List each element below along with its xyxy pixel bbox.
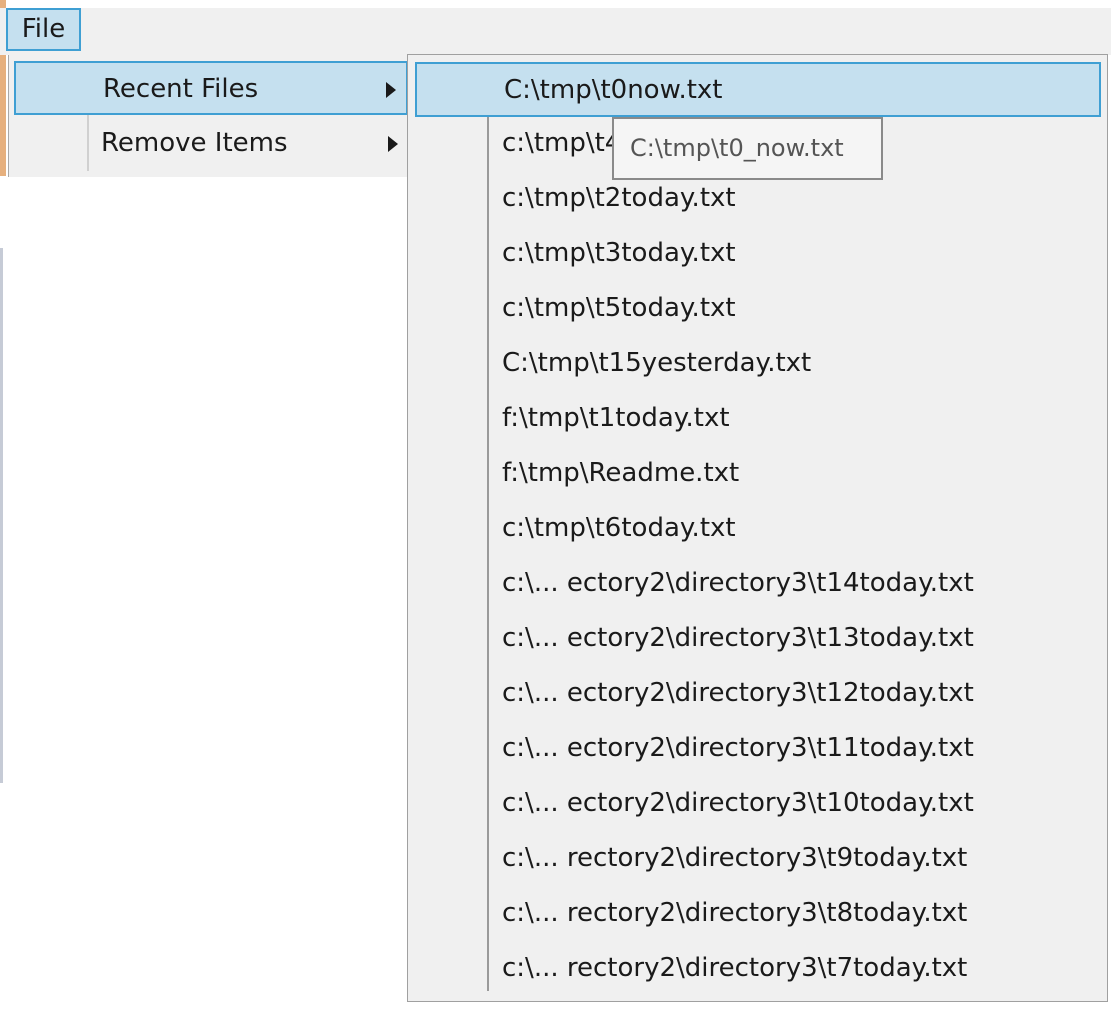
- recent-file-item[interactable]: c:\... ectory2\directory3\t11today.txt: [415, 722, 1101, 777]
- recent-file-path: c:\... ectory2\directory3\t14today.txt: [502, 568, 974, 598]
- recent-file-item[interactable]: c:\... rectory2\directory3\t7today.txt: [415, 942, 1101, 997]
- menu-item-label: Recent Files: [103, 74, 259, 104]
- recent-file-path: C:\tmp\t15yesterday.txt: [502, 348, 812, 378]
- menu-bar: [0, 8, 1111, 55]
- recent-file-path: f:\tmp\t1today.txt: [502, 403, 730, 433]
- recent-file-path: c:\... rectory2\directory3\t7today.txt: [502, 953, 968, 983]
- recent-file-path: c:\... ectory2\directory3\t13today.txt: [502, 623, 974, 653]
- window-border: [0, 248, 3, 783]
- recent-file-item[interactable]: f:\tmp\t1today.txt: [415, 392, 1101, 447]
- recent-file-item[interactable]: c:\... rectory2\directory3\t9today.txt: [415, 832, 1101, 887]
- menu-item-remove-items[interactable]: Remove Items: [14, 117, 408, 171]
- recent-file-path: c:\... ectory2\directory3\t12today.txt: [502, 678, 974, 708]
- recent-file-item[interactable]: c:\... rectory2\directory3\t8today.txt: [415, 887, 1101, 942]
- recent-file-path: c:\... rectory2\directory3\t8today.txt: [502, 898, 968, 928]
- submenu-arrow-icon: [386, 82, 396, 98]
- recent-file-item[interactable]: f:\tmp\Readme.txt: [415, 447, 1101, 502]
- recent-file-item[interactable]: c:\tmp\t3today.txt: [415, 227, 1101, 282]
- menu-item-recent-files[interactable]: Recent Files: [14, 61, 408, 115]
- recent-file-item[interactable]: c:\... ectory2\directory3\t12today.txt: [415, 667, 1101, 722]
- recent-file-item[interactable]: c:\tmp\t2today.txt: [415, 172, 1101, 227]
- recent-file-item[interactable]: c:\... ectory2\directory3\t14today.txt: [415, 557, 1101, 612]
- submenu-arrow-icon: [388, 136, 398, 152]
- menu-item-label: Remove Items: [101, 128, 288, 158]
- recent-files-submenu: C:\tmp\t0now.txt c:\tmp\t4 c:\tmp\t2today.…: [407, 54, 1108, 1002]
- recent-file-path: c:\... rectory2\directory3\t9today.txt: [502, 843, 968, 873]
- recent-file-item[interactable]: c:\tmp\t5today.txt: [415, 282, 1101, 337]
- recent-file-path: c:\... ectory2\directory3\t10today.txt: [502, 788, 974, 818]
- file-menu-button[interactable]: File: [6, 8, 81, 51]
- recent-file-path: c:\tmp\t5today.txt: [502, 293, 736, 323]
- file-menu-dropdown: Recent Files Remove Items: [8, 55, 412, 177]
- recent-file-path: c:\tmp\t6today.txt: [502, 513, 736, 543]
- recent-file-item[interactable]: C:\tmp\t0now.txt: [415, 62, 1101, 117]
- file-path-tooltip: C:\tmp\t0_now.txt: [612, 117, 883, 180]
- recent-file-path: c:\... ectory2\directory3\t11today.txt: [502, 733, 974, 763]
- recent-file-item[interactable]: c:\... ectory2\directory3\t13today.txt: [415, 612, 1101, 667]
- recent-file-item[interactable]: c:\tmp\t6today.txt: [415, 502, 1101, 557]
- recent-file-path: f:\tmp\Readme.txt: [502, 458, 740, 488]
- recent-file-item[interactable]: c:\... ectory2\directory3\t10today.txt: [415, 777, 1101, 832]
- recent-file-path: C:\tmp\t0now.txt: [504, 75, 723, 105]
- recent-file-path: c:\tmp\t3today.txt: [502, 238, 736, 268]
- recent-file-item[interactable]: C:\tmp\t15yesterday.txt: [415, 337, 1101, 392]
- recent-file-path: c:\tmp\t4: [502, 128, 622, 158]
